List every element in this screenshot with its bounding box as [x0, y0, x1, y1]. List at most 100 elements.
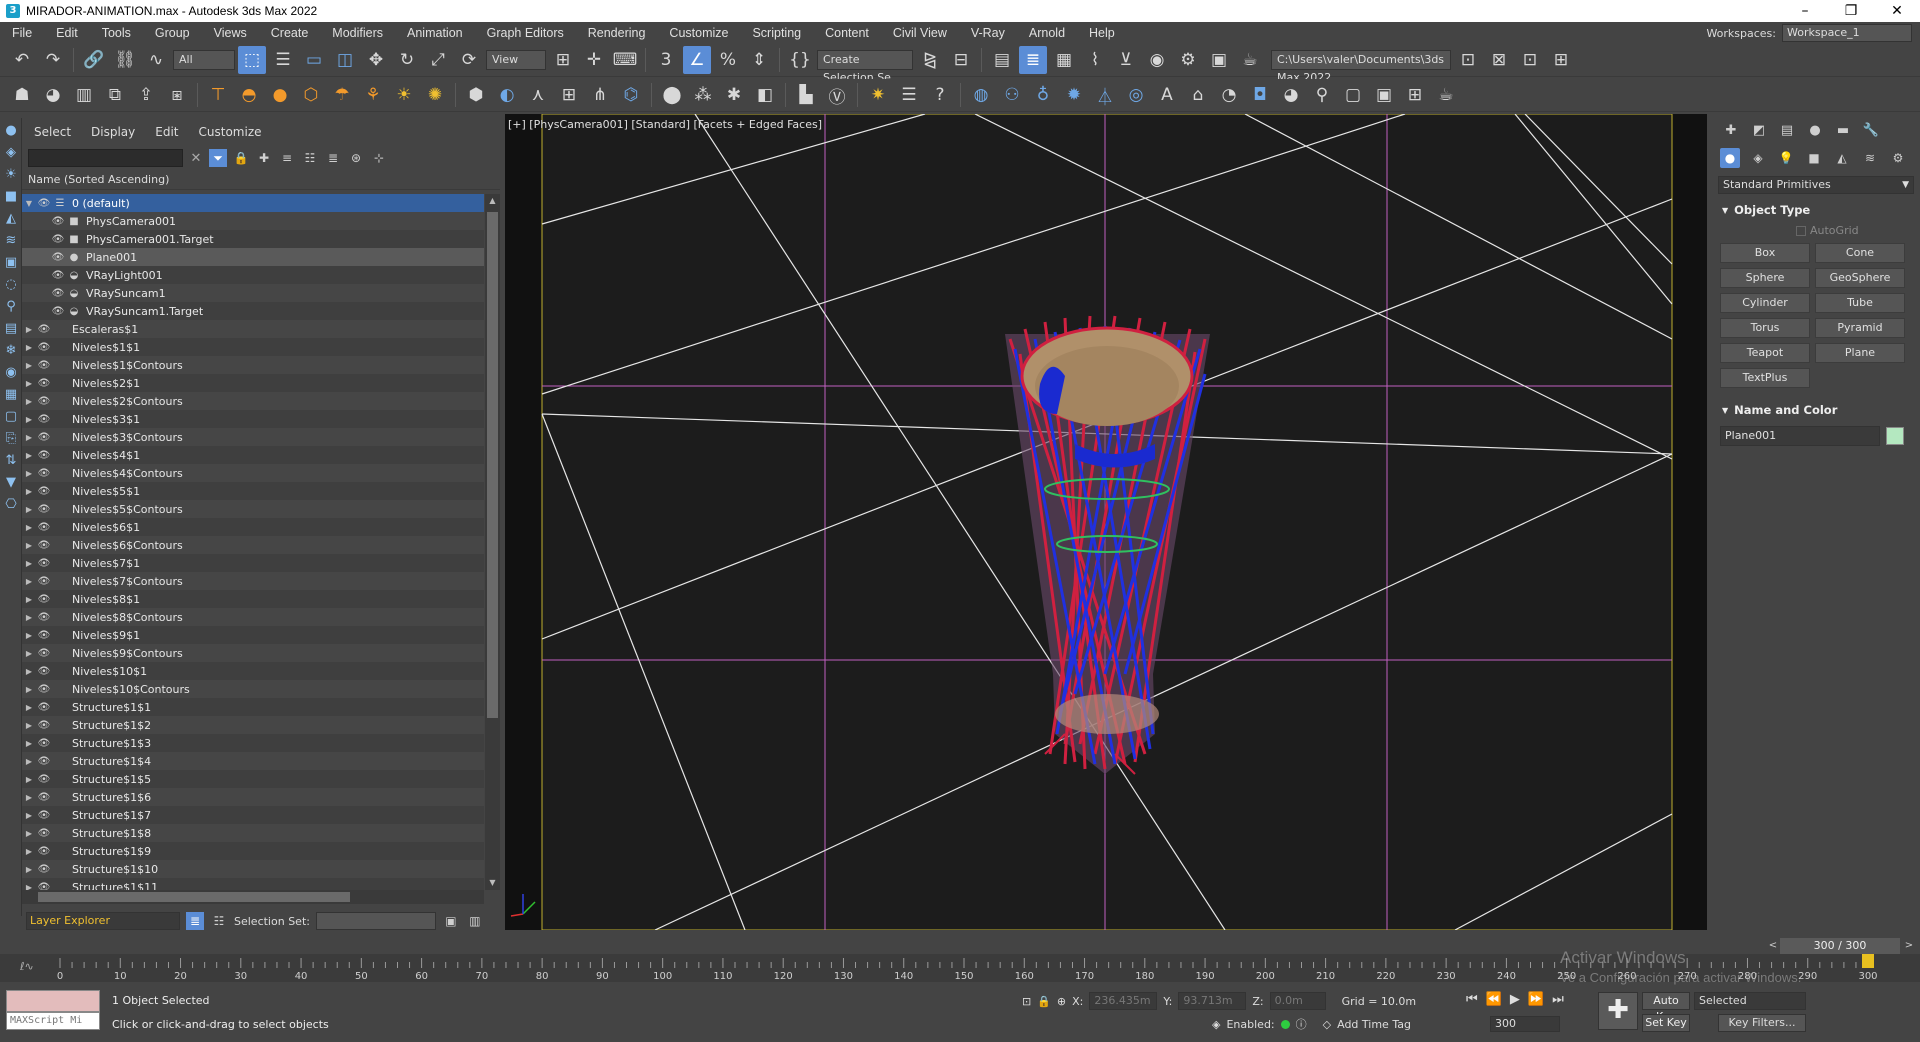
curve-editor-icon[interactable]: ⌇ — [1081, 46, 1109, 74]
expand-arrow-icon[interactable]: ▼ — [22, 199, 36, 208]
next-frame-button-icon[interactable]: ⏩ — [1528, 992, 1544, 1007]
explorer-menu-display[interactable]: Display — [91, 125, 135, 139]
expand-arrow-icon[interactable]: ▶ — [22, 685, 36, 694]
expand-arrow-icon[interactable]: ▶ — [22, 847, 36, 856]
utilities-tab-icon[interactable]: 🔧 — [1862, 122, 1880, 140]
select-object-icon[interactable]: ⬚ — [238, 46, 266, 74]
arnold-list-icon[interactable]: ☰ — [895, 81, 923, 109]
menu-graph-editors[interactable]: Graph Editors — [475, 26, 576, 40]
schematic-view-icon[interactable]: ⊻ — [1112, 46, 1140, 74]
vray-scene-icon[interactable]: ✱ — [720, 81, 748, 109]
xrefs-filter-icon[interactable]: ◌ — [2, 276, 20, 294]
project-folder-icon[interactable]: ⊡ — [1454, 46, 1482, 74]
arnold-scene-icon[interactable]: ◕ — [1277, 81, 1305, 109]
menu-file[interactable]: File — [0, 26, 44, 40]
sort-icon[interactable]: ⇅ — [2, 452, 20, 470]
current-frame-field[interactable]: 300 — [1490, 1016, 1560, 1032]
explorer-menu-edit[interactable]: Edit — [155, 125, 178, 139]
rotate-icon[interactable]: ↻ — [393, 46, 421, 74]
project-path-select[interactable]: C:\Users\valer\Documents\3ds Max 2022 — [1271, 50, 1451, 84]
vray-layers-icon[interactable]: ◧ — [751, 81, 779, 109]
visibility-eye-icon[interactable]: 👁 — [36, 432, 52, 443]
expand-arrow-icon[interactable]: ▶ — [22, 649, 36, 658]
visibility-eye-icon[interactable]: 👁 — [36, 720, 52, 731]
display-tab-icon[interactable]: ▬ — [1834, 122, 1852, 140]
explorer-row[interactable]: ▶ 👁 Niveles$10$Contours — [22, 680, 484, 698]
prev-frame-icon[interactable]: < — [1766, 938, 1780, 954]
visibility-eye-icon[interactable]: 👁 — [36, 738, 52, 749]
maxscript-mini-input[interactable]: MAXScript Mi — [6, 1012, 100, 1030]
visibility-eye-icon[interactable]: 👁 — [36, 666, 52, 677]
visibility-eye-icon[interactable]: 👁 — [36, 450, 52, 461]
vray-sky-icon[interactable]: ✺ — [421, 81, 449, 109]
rendered-frame-icon[interactable]: ▣ — [1205, 46, 1233, 74]
vray-ambient-icon[interactable]: ☂ — [328, 81, 356, 109]
column-header-name[interactable]: Name (Sorted Ascending) — [22, 170, 500, 190]
explorer-menu-customize[interactable]: Customize — [199, 125, 262, 139]
explorer-row[interactable]: ▼ 👁 ☰ 0 (default) — [22, 194, 484, 212]
visibility-eye-icon[interactable]: 👁 — [36, 774, 52, 785]
visibility-eye-icon[interactable]: 👁 — [36, 414, 52, 425]
absolute-mode-icon[interactable]: ⊕ — [1057, 995, 1066, 1008]
expand-arrow-icon[interactable]: ▶ — [22, 451, 36, 460]
vray-export-icon[interactable]: ⇪ — [132, 81, 160, 109]
cameras-category-icon[interactable]: ■ — [1804, 148, 1824, 168]
expand-arrow-icon[interactable]: ▶ — [22, 487, 36, 496]
torus-button[interactable]: Torus — [1720, 318, 1810, 338]
autogrid-checkbox[interactable]: AutoGrid — [1796, 224, 1920, 237]
hidden-filter-icon[interactable]: ◉ — [2, 364, 20, 382]
box-button[interactable]: Box — [1720, 243, 1810, 263]
vray-multi-icon[interactable]: ⁂ — [689, 81, 717, 109]
explorer-row[interactable]: ▶ 👁 Niveles$7$1 — [22, 554, 484, 572]
hscrollbar-thumb[interactable] — [38, 892, 350, 902]
explorer-row[interactable]: ▶ 👁 Niveles$6$1 — [22, 518, 484, 536]
cameras-filter-icon[interactable]: ■ — [2, 188, 20, 206]
vray-grid-icon[interactable]: ⊞ — [555, 81, 583, 109]
expand-arrow-icon[interactable]: ▶ — [22, 595, 36, 604]
shapes-filter-icon[interactable]: ◈ — [2, 144, 20, 162]
mirror-icon[interactable]: ⧎ — [916, 46, 944, 74]
explorer-row[interactable]: ▶ 👁 Niveles$1$Contours — [22, 356, 484, 374]
visibility-eye-icon[interactable]: 👁 — [36, 576, 52, 587]
redo-icon[interactable]: ↷ — [39, 46, 67, 74]
bind-spacewarp-icon[interactable]: ∿ — [142, 46, 170, 74]
filter-toggle-icon[interactable]: ⏷ — [209, 149, 227, 167]
expand-arrow-icon[interactable]: ▶ — [22, 379, 36, 388]
explorer-row[interactable]: ▶ 👁 Niveles$2$1 — [22, 374, 484, 392]
z-coordinate-field[interactable]: 0.0m — [1269, 992, 1326, 1010]
menu-scripting[interactable]: Scripting — [740, 26, 813, 40]
explorer-row[interactable]: ▶ 👁 Structure$1$10 — [22, 860, 484, 878]
arnold-cone-icon[interactable]: ⏃ — [1091, 81, 1119, 109]
play-icon[interactable]: ▶ — [1510, 992, 1520, 1007]
explorer-row[interactable]: ▶ 👁 Niveles$1$1 — [22, 338, 484, 356]
visibility-eye-icon[interactable]: 👁 — [36, 612, 52, 623]
visibility-eye-icon[interactable]: 👁 — [36, 360, 52, 371]
select-by-name-icon[interactable]: ☰ — [269, 46, 297, 74]
vray-sun-icon[interactable]: ⚘ — [359, 81, 387, 109]
helpers-category-icon[interactable]: ◭ — [1832, 148, 1852, 168]
vray-proxy-icon[interactable]: ⬢ — [462, 81, 490, 109]
menu-edit[interactable]: Edit — [44, 26, 90, 40]
lights-category-icon[interactable]: 💡 — [1776, 148, 1796, 168]
expand-arrow-icon[interactable]: ▶ — [22, 343, 36, 352]
explorer-row[interactable]: ▶ 👁 Niveles$4$Contours — [22, 464, 484, 482]
lock-icon[interactable]: 🔒 — [232, 149, 250, 167]
visibility-eye-icon[interactable]: 👁 — [36, 684, 52, 695]
layer-options-icon[interactable]: ⊹ — [370, 149, 388, 167]
bones-filter-icon[interactable]: ⚲ — [2, 298, 20, 316]
y-coordinate-field[interactable]: 93.713m — [1178, 992, 1247, 1010]
explorer-row[interactable]: 👁 ■ PhysCamera001.Target — [22, 230, 484, 248]
menu-help[interactable]: Help — [1077, 26, 1127, 40]
vray-teapot-icon[interactable]: ☗ — [8, 81, 36, 109]
arnold-grid-icon[interactable]: ⊞ — [1401, 81, 1429, 109]
expand-arrow-icon[interactable]: ▶ — [22, 559, 36, 568]
spacewarps-filter-icon[interactable]: ≋ — [2, 232, 20, 250]
tube-button[interactable]: Tube — [1815, 293, 1905, 313]
next-frame-icon[interactable]: > — [1902, 938, 1916, 954]
frame-readout[interactable]: 300 / 300 — [1780, 938, 1900, 954]
visibility-eye-icon[interactable]: 👁 — [36, 594, 52, 605]
vray-light-icon[interactable]: ⊤ — [204, 81, 232, 109]
visibility-eye-icon[interactable]: 👁 — [36, 792, 52, 803]
expand-arrow-icon[interactable]: ▶ — [22, 397, 36, 406]
expand-arrow-icon[interactable]: ▶ — [22, 613, 36, 622]
